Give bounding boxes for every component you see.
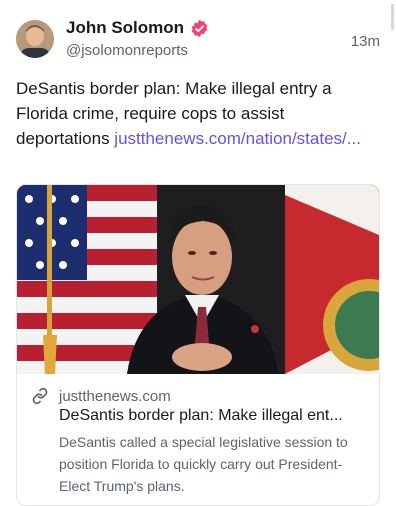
verified-badge-icon xyxy=(190,19,209,38)
post-text: DeSantis border plan: Make illegal entry… xyxy=(16,76,378,151)
author-name-row: John Solomon xyxy=(66,18,209,38)
link-preview-description: DeSantis called a special legislative se… xyxy=(59,434,348,494)
post-timestamp: 13m xyxy=(350,33,380,50)
link-preview-domain: justthenews.com xyxy=(59,387,171,405)
avatar[interactable] xyxy=(16,20,54,58)
author-handle[interactable]: @jsolomonreports xyxy=(66,42,188,59)
link-preview-title: DeSantis border plan: Make illegal ent..… xyxy=(59,407,343,424)
link-preview-image xyxy=(17,185,379,374)
link-icon xyxy=(31,387,49,405)
author-name[interactable]: John Solomon xyxy=(66,18,184,38)
scrollbar[interactable] xyxy=(391,4,394,30)
post-link[interactable]: justthenews.com/nation/states/... xyxy=(114,129,361,148)
link-preview-domain-row: justthenews.com xyxy=(31,387,171,405)
link-preview-card[interactable]: justthenews.com DeSantis border plan: Ma… xyxy=(16,184,380,506)
